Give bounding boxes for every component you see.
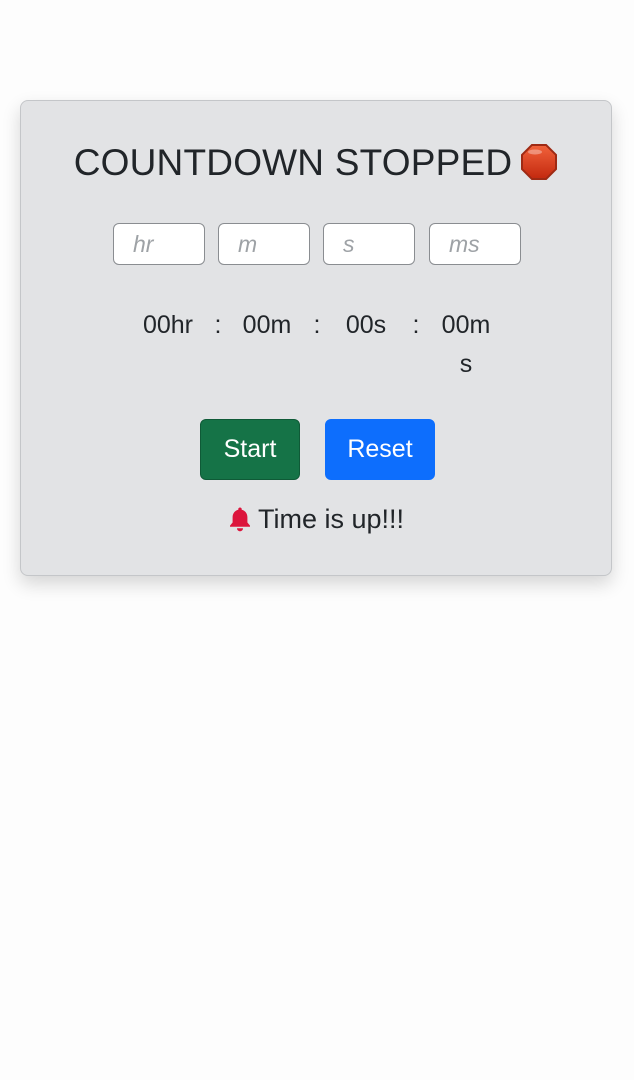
seconds-input[interactable] — [323, 223, 415, 265]
countdown-title: COUNTDOWN STOPPED — [21, 141, 611, 185]
minutes-value: 00m — [242, 311, 292, 339]
countdown-title-text: COUNTDOWN STOPPED — [73, 142, 513, 183]
milliseconds-value: 00ms — [441, 311, 491, 378]
hours-input[interactable] — [113, 223, 205, 265]
time-display: 00hr : 00m : 00s : 00ms — [21, 306, 613, 386]
reset-button[interactable]: Reset — [325, 419, 435, 480]
minutes-input[interactable] — [218, 223, 310, 265]
time-inputs — [113, 223, 523, 265]
stop-sign-icon — [521, 144, 558, 180]
countdown-card: COUNTDOWN STOPPED 00hr : 00m : 00s : 00m… — [20, 100, 612, 576]
start-button[interactable]: Start — [200, 419, 300, 480]
time-up-text: Time is up!!! — [257, 504, 405, 534]
separator: : — [214, 311, 222, 339]
separator: : — [313, 311, 321, 339]
bell-icon — [229, 507, 250, 532]
seconds-value: 00s — [345, 311, 387, 339]
milliseconds-input[interactable] — [429, 223, 521, 265]
hours-value: 00hr — [142, 311, 194, 339]
separator: : — [412, 311, 420, 339]
time-up-message: Time is up!!! — [21, 501, 611, 537]
